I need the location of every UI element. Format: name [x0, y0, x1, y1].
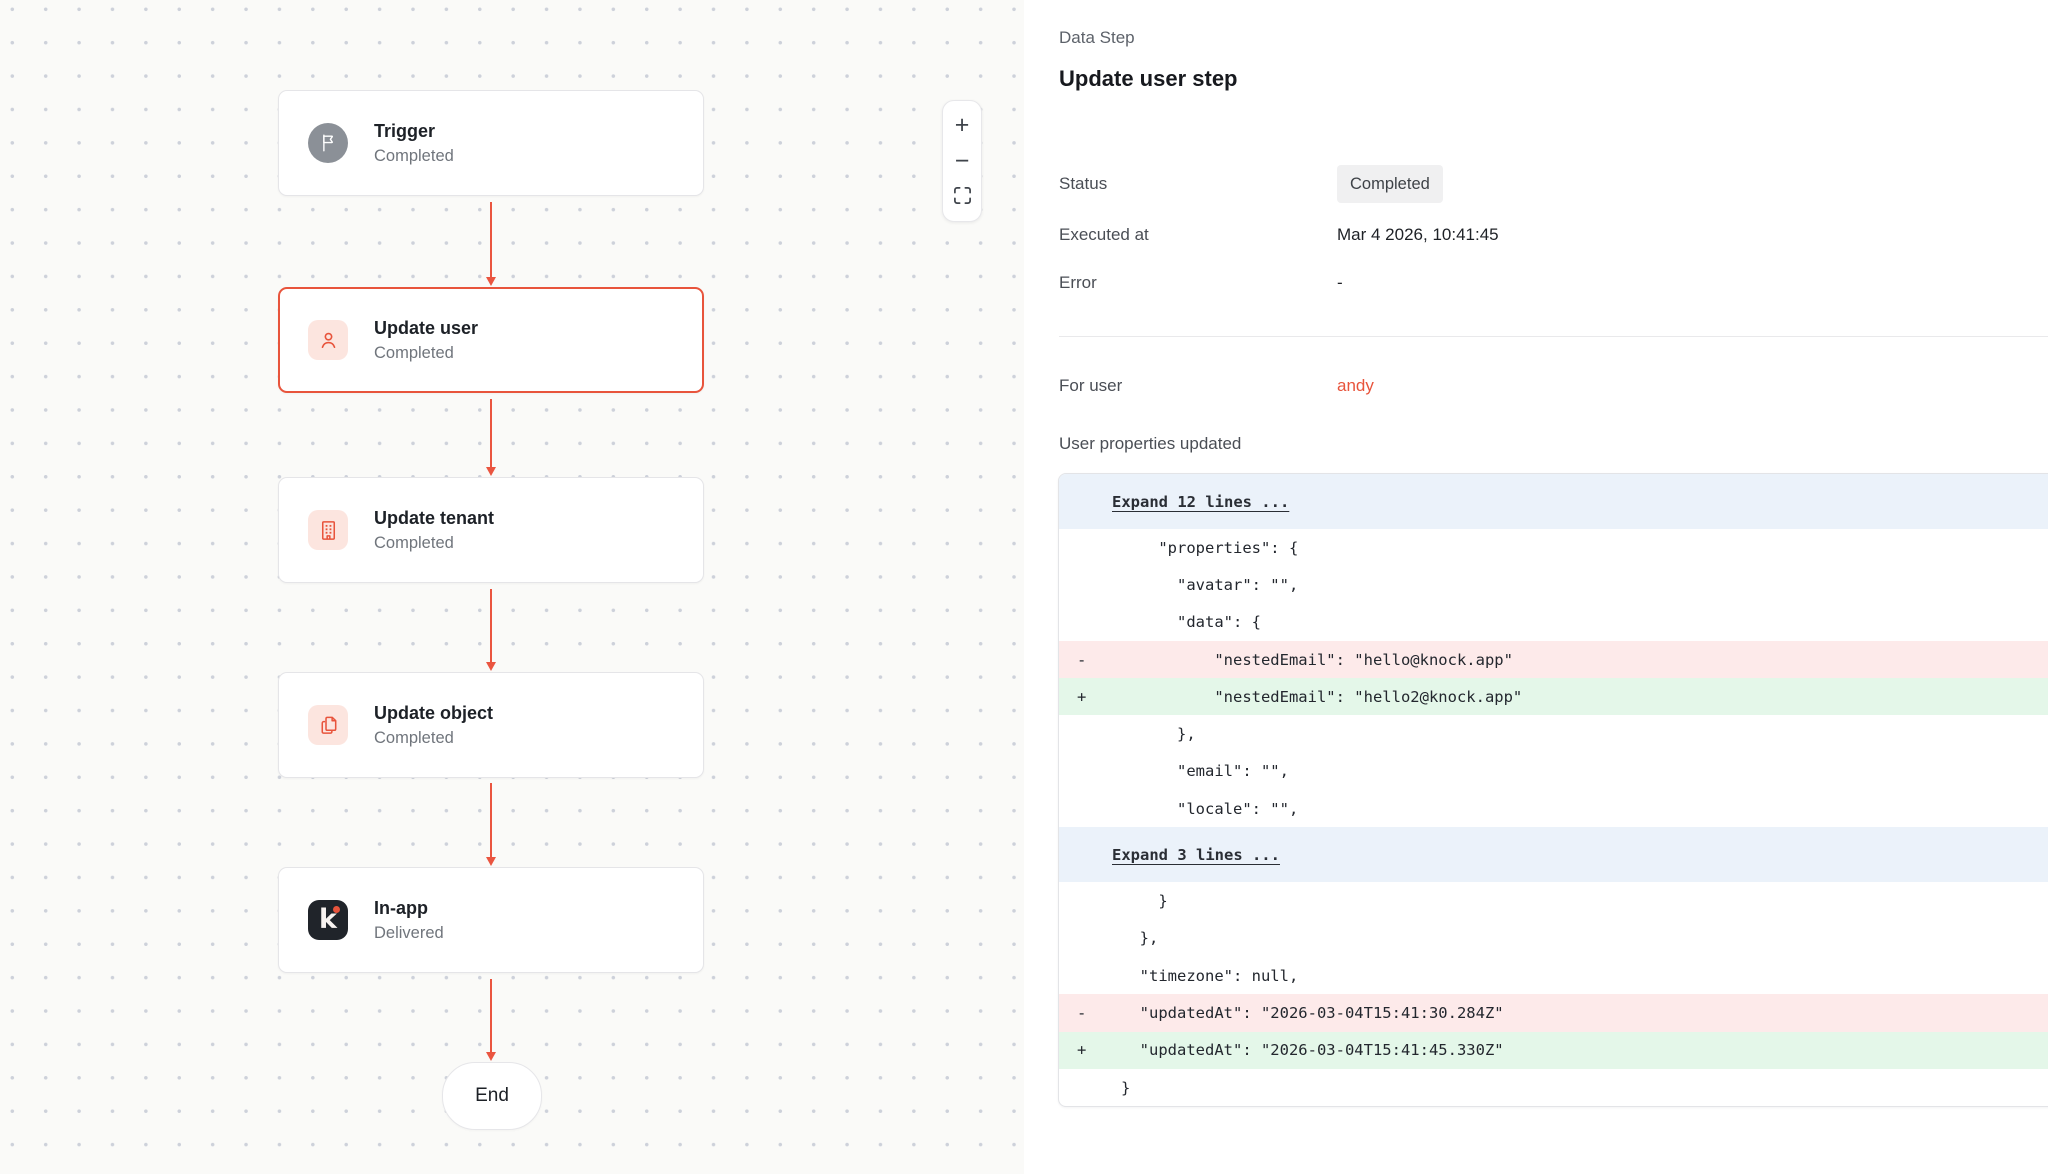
diff-line-text: }, — [1059, 725, 1196, 743]
field-row: Error - — [1024, 263, 2048, 303]
properties-section-label: User properties updated — [1059, 424, 1241, 464]
plus-icon: + — [955, 113, 970, 138]
for-user-link[interactable]: andy — [1337, 376, 1374, 396]
field-value: - — [1337, 273, 1343, 293]
minus-icon: − — [955, 149, 970, 174]
section-divider — [1059, 336, 2048, 337]
node-title: In-app — [374, 898, 444, 919]
knock-icon: k — [308, 900, 348, 940]
diff-line-text: } — [1059, 1079, 1130, 1097]
workflow-node-update-object[interactable]: Update object Completed — [278, 672, 704, 778]
field-label: Executed at — [1059, 225, 1149, 245]
diff-line-text: "email": "", — [1059, 762, 1289, 780]
diff-line-text: "nestedEmail": "hello@knock.app" — [1059, 651, 1513, 669]
flow-arrow — [490, 399, 492, 468]
diff-line-context: "data": { — [1059, 604, 2048, 641]
diff-line-context: } — [1059, 882, 2048, 919]
diff-line-text: "locale": "", — [1059, 800, 1298, 818]
expand-lines-link[interactable]: Expand 12 lines ... — [1112, 493, 1289, 511]
workflow-node-update-user[interactable]: Update user Completed — [278, 287, 704, 393]
step-type-label: Data Step — [1059, 28, 1135, 48]
copy-icon — [308, 705, 348, 745]
diff-line-context: } — [1059, 1069, 2048, 1106]
page-title: Update user step — [1059, 66, 1238, 92]
plus-button[interactable]: + — [947, 110, 977, 140]
diff-line-context: "email": "", — [1059, 753, 2048, 790]
diff-line-text: "data": { — [1059, 613, 1261, 631]
node-title: Update user — [374, 318, 478, 339]
expand-lines-link[interactable]: Expand 3 lines ... — [1112, 846, 1280, 864]
diff-expand-row: Expand 3 lines ... — [1059, 827, 2048, 882]
minus-button[interactable]: − — [947, 146, 977, 176]
knock-logo-dot — [333, 906, 340, 913]
diff-line-context: }, — [1059, 920, 2048, 957]
workflow-node-in-app[interactable]: k In-app Delivered — [278, 867, 704, 973]
fullscreen-icon — [953, 185, 972, 210]
flow-arrow — [490, 783, 492, 858]
diff-line-context: "avatar": "", — [1059, 566, 2048, 603]
node-status: Completed — [374, 534, 494, 553]
diff-line-del: - "updatedAt": "2026-03-04T15:41:30.284Z… — [1059, 994, 2048, 1031]
diff-sign: + — [1077, 1041, 1086, 1059]
workflow-end-node[interactable]: End — [442, 1062, 542, 1130]
workflow-node-update-tenant[interactable]: Update tenant Completed — [278, 477, 704, 583]
diff-line-del: - "nestedEmail": "hello@knock.app" — [1059, 641, 2048, 678]
diff-line-text: "properties": { — [1059, 539, 1298, 557]
node-title: Update tenant — [374, 508, 494, 529]
step-detail-panel: Data Step Update user step Status Complet… — [1024, 0, 2048, 1174]
diff-line-text: "nestedEmail": "hello2@knock.app" — [1059, 688, 1522, 706]
field-label: Status — [1059, 174, 1107, 194]
diff-line-context: "properties": { — [1059, 529, 2048, 566]
field-value: Mar 4 2026, 10:41:45 — [1337, 225, 1499, 245]
node-status: Delivered — [374, 924, 444, 943]
field-row: Status Completed — [1024, 164, 2048, 204]
diff-line-add: + "nestedEmail": "hello2@knock.app" — [1059, 678, 2048, 715]
node-status: Completed — [374, 147, 454, 166]
node-status: Completed — [374, 344, 478, 363]
canvas-zoom-controls: +− — [942, 100, 982, 222]
workflow-debugger: TriggerCompletedUpdate userCompletedUpda… — [0, 0, 2048, 1174]
diff-sign: - — [1077, 1004, 1086, 1022]
diff-expand-row: Expand 12 lines ... — [1059, 474, 2048, 529]
field-row: Executed at Mar 4 2026, 10:41:45 — [1024, 215, 2048, 255]
diff-sign: + — [1077, 688, 1086, 706]
diff-line-context: "timezone": null, — [1059, 957, 2048, 994]
end-label: End — [475, 1085, 509, 1107]
diff-line-text: "timezone": null, — [1059, 967, 1298, 985]
diff-line-context: "locale": "", — [1059, 790, 2048, 827]
diff-line-add: + "updatedAt": "2026-03-04T15:41:45.330Z… — [1059, 1032, 2048, 1069]
diff-line-text: "updatedAt": "2026-03-04T15:41:45.330Z" — [1059, 1041, 1504, 1059]
diff-line-text: } — [1059, 892, 1168, 910]
diff-line-context: }, — [1059, 715, 2048, 752]
status-badge: Completed — [1337, 165, 1443, 203]
node-title: Trigger — [374, 121, 454, 142]
building-icon — [308, 510, 348, 550]
workflow-node-trigger[interactable]: Trigger Completed — [278, 90, 704, 196]
for-user-label: For user — [1059, 376, 1122, 396]
user-icon — [308, 320, 348, 360]
flow-arrow — [490, 202, 492, 278]
node-status: Completed — [374, 729, 493, 748]
field-label: Error — [1059, 273, 1097, 293]
diff-line-text: "updatedAt": "2026-03-04T15:41:30.284Z" — [1059, 1004, 1504, 1022]
for-user-row: For user andy — [1024, 366, 2048, 406]
flow-arrow — [490, 589, 492, 663]
node-title: Update object — [374, 703, 493, 724]
diff-sign: - — [1077, 651, 1086, 669]
properties-diff-block: Expand 12 lines ... "properties": { "ava… — [1058, 473, 2048, 1107]
flow-arrow — [490, 979, 492, 1053]
workflow-canvas[interactable]: TriggerCompletedUpdate userCompletedUpda… — [0, 0, 1025, 1174]
diff-line-text: }, — [1059, 929, 1158, 947]
fullscreen-button[interactable] — [947, 182, 977, 212]
diff-line-text: "avatar": "", — [1059, 576, 1298, 594]
flag-icon — [308, 123, 348, 163]
